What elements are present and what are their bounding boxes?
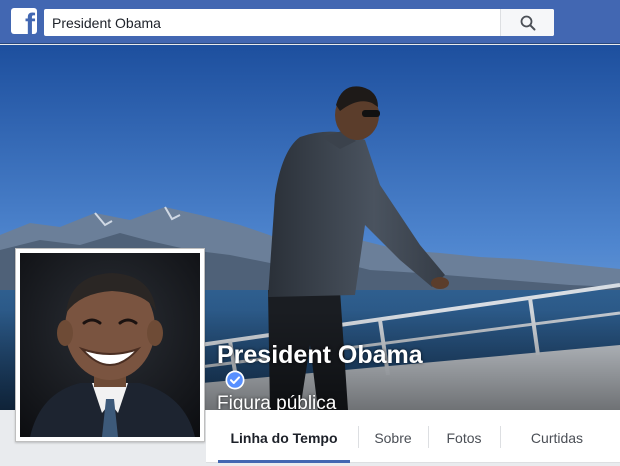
tab-about[interactable]: Sobre: [359, 410, 427, 463]
page-name[interactable]: President Obama: [217, 340, 423, 370]
profile-picture[interactable]: [15, 248, 205, 442]
verified-check-icon: [225, 370, 245, 390]
facebook-logo-icon[interactable]: f: [11, 8, 37, 34]
profile-photo-image: [20, 253, 200, 437]
tab-likes-label: Curtidas: [530, 430, 584, 446]
tab-photos-label: Fotos: [446, 430, 482, 446]
top-navigation-bar: f: [0, 0, 620, 44]
page-category[interactable]: Figura pública: [217, 392, 423, 410]
page-tabs: Linha do Tempo Sobre Fotos Curtidas: [206, 410, 620, 463]
tab-timeline[interactable]: Linha do Tempo: [218, 410, 350, 463]
tab-timeline-label: Linha do Tempo: [230, 430, 338, 446]
search-input[interactable]: [44, 9, 499, 36]
tab-about-label: Sobre: [374, 430, 412, 446]
logo-letter: f: [25, 8, 35, 35]
tab-photos[interactable]: Fotos: [429, 410, 499, 463]
tab-likes[interactable]: Curtidas: [501, 410, 613, 463]
magnifier-icon: [520, 15, 536, 31]
page-title-block: President Obama Figura pública: [217, 340, 423, 410]
search-box: [44, 9, 554, 36]
search-button[interactable]: [500, 9, 554, 36]
